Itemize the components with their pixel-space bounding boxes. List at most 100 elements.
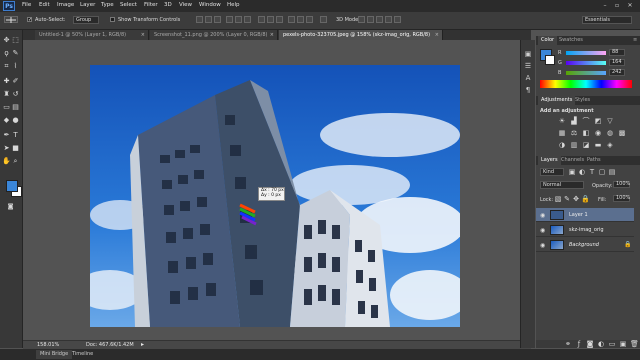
tab-channels[interactable]: Channels bbox=[558, 156, 587, 165]
layer-row-skz-imag-orig[interactable]: ◉ skz-imag_orig bbox=[536, 223, 634, 237]
3d-pan-icon[interactable] bbox=[376, 16, 383, 23]
menu-image[interactable]: Image bbox=[57, 2, 74, 8]
distribute-top-icon[interactable] bbox=[258, 16, 265, 23]
crop-icon[interactable]: ⌗ bbox=[2, 62, 11, 71]
minimize-button[interactable]: – bbox=[601, 2, 609, 9]
menu-layer[interactable]: Layer bbox=[80, 2, 95, 8]
close-tab-icon[interactable]: × bbox=[435, 30, 439, 40]
lock-transparent-icon[interactable]: ▧ bbox=[554, 195, 562, 203]
auto-select-checkbox[interactable]: ✓ bbox=[27, 17, 32, 23]
close-tab-icon[interactable]: × bbox=[141, 30, 145, 40]
channel-b-value[interactable]: 242 bbox=[609, 69, 625, 76]
levels-icon[interactable]: ▟ bbox=[570, 117, 578, 125]
distribute-right-icon[interactable] bbox=[306, 16, 313, 23]
menu-select[interactable]: Select bbox=[120, 2, 137, 8]
new-adjustment-icon[interactable]: ◐ bbox=[597, 340, 605, 348]
tab-untitled-1[interactable]: Untitled-1 @ 50% (Layer 1, RGB/8) × bbox=[35, 30, 149, 40]
channel-g-slider[interactable] bbox=[566, 61, 606, 65]
align-hcenter-icon[interactable] bbox=[235, 16, 242, 23]
gradient-icon[interactable]: ▤ bbox=[11, 103, 20, 112]
hue-saturation-icon[interactable]: ▦ bbox=[558, 129, 566, 137]
3d-slide-icon[interactable] bbox=[385, 16, 392, 23]
menu-window[interactable]: Window bbox=[199, 2, 221, 8]
new-layer-icon[interactable]: ▣ bbox=[619, 340, 627, 348]
layer-name[interactable]: skz-imag_orig bbox=[569, 227, 604, 233]
tab-mini-bridge[interactable]: Mini Bridge bbox=[36, 350, 73, 359]
lock-all-icon[interactable]: 🔒 bbox=[581, 195, 590, 203]
zoom-icon[interactable]: ⌕ bbox=[11, 157, 20, 166]
hand-icon[interactable]: ✋ bbox=[2, 157, 11, 166]
blend-mode-dropdown[interactable]: Normal bbox=[540, 181, 584, 189]
invert-icon[interactable]: ◑ bbox=[558, 141, 566, 149]
type-icon[interactable]: T bbox=[11, 131, 20, 140]
move-icon[interactable]: ✥ bbox=[2, 36, 11, 45]
threshold-icon[interactable]: ◪ bbox=[582, 141, 590, 149]
layer-row-background[interactable]: ◉ Background 🔒 bbox=[536, 238, 634, 252]
close-window-button[interactable]: ✕ bbox=[626, 2, 634, 9]
color-lookup-icon[interactable]: ▩ bbox=[618, 129, 626, 137]
properties-icon[interactable]: ☰ bbox=[524, 62, 532, 70]
quick-select-icon[interactable]: ✎ bbox=[11, 49, 20, 58]
tab-swatches[interactable]: Swatches bbox=[556, 36, 586, 45]
new-group-icon[interactable]: ▭ bbox=[608, 340, 616, 348]
healing-icon[interactable]: ✚ bbox=[2, 77, 11, 86]
auto-select-dropdown[interactable]: Group bbox=[73, 16, 99, 24]
menu-filter[interactable]: Filter bbox=[144, 2, 158, 8]
character-icon[interactable]: A bbox=[524, 74, 532, 82]
3d-rotate-icon[interactable] bbox=[358, 16, 365, 23]
layer-filter-kind[interactable]: Kind bbox=[540, 168, 564, 176]
3d-roll-icon[interactable] bbox=[367, 16, 374, 23]
distribute-hcenter-icon[interactable] bbox=[297, 16, 304, 23]
opacity-value[interactable]: 100% bbox=[613, 181, 630, 188]
pen-icon[interactable]: ✒ bbox=[2, 131, 11, 140]
workspace-dropdown[interactable]: Essentials bbox=[582, 16, 632, 24]
visibility-eye-icon[interactable]: ◉ bbox=[540, 227, 545, 234]
history-icon[interactable]: ▣ bbox=[524, 50, 532, 58]
posterize-icon[interactable]: ▥ bbox=[570, 141, 578, 149]
exposure-icon[interactable]: ◩ bbox=[594, 117, 602, 125]
channel-r-slider[interactable] bbox=[566, 51, 606, 55]
tab-screenshot[interactable]: Screenshot_11.png @ 200% (Layer 0, RGB/8… bbox=[150, 30, 278, 40]
align-bottom-icon[interactable] bbox=[214, 16, 221, 23]
tab-color[interactable]: Color bbox=[538, 36, 558, 45]
color-background-swatch[interactable] bbox=[545, 55, 555, 65]
transform-controls-checkbox[interactable] bbox=[110, 17, 115, 22]
path-select-icon[interactable]: ➤ bbox=[2, 144, 11, 153]
tab-pexels-photo[interactable]: pexels-photo-323705.jpeg @ 158% (skz-ima… bbox=[279, 30, 443, 40]
align-top-icon[interactable] bbox=[196, 16, 203, 23]
foreground-color-swatch[interactable] bbox=[6, 180, 18, 192]
channel-mixer-icon[interactable]: ◍ bbox=[606, 129, 614, 137]
filter-shape-icon[interactable]: ▢ bbox=[598, 168, 606, 176]
layer-row-layer-1[interactable]: ◉ Layer 1 bbox=[536, 208, 634, 222]
close-tab-icon[interactable]: × bbox=[270, 30, 274, 40]
dodge-icon[interactable]: ● bbox=[11, 116, 20, 125]
menu-edit[interactable]: Edit bbox=[39, 2, 50, 8]
blur-icon[interactable]: ◆ bbox=[2, 116, 11, 125]
layer-style-icon[interactable]: ƒ bbox=[575, 340, 583, 348]
color-balance-icon[interactable]: ⚖ bbox=[570, 129, 578, 137]
brush-icon[interactable]: ✐ bbox=[11, 77, 20, 86]
photo-filter-icon[interactable]: ◉ bbox=[594, 129, 602, 137]
layer-name[interactable]: Background bbox=[569, 242, 599, 248]
move-tool-preset-icon[interactable] bbox=[4, 16, 18, 23]
selective-color-icon[interactable]: ◈ bbox=[606, 141, 614, 149]
tab-timeline[interactable]: Timeline bbox=[68, 350, 97, 359]
lock-pixels-icon[interactable]: ✎ bbox=[563, 195, 571, 203]
layer-name[interactable]: Layer 1 bbox=[569, 212, 588, 218]
gradient-map-icon[interactable]: ▬ bbox=[594, 141, 602, 149]
visibility-eye-icon[interactable]: ◉ bbox=[540, 242, 545, 249]
channel-r-value[interactable]: 88 bbox=[609, 49, 625, 56]
lock-position-icon[interactable]: ✥ bbox=[572, 195, 580, 203]
align-vcenter-icon[interactable] bbox=[205, 16, 212, 23]
distribute-left-icon[interactable] bbox=[288, 16, 295, 23]
visibility-eye-icon[interactable]: ◉ bbox=[540, 212, 545, 219]
filter-pixel-icon[interactable]: ▣ bbox=[568, 168, 576, 176]
status-arrow-icon[interactable]: ▸ bbox=[141, 341, 144, 348]
history-brush-icon[interactable]: ↺ bbox=[11, 90, 20, 99]
menu-help[interactable]: Help bbox=[227, 2, 240, 8]
eyedropper-icon[interactable]: ⌇ bbox=[11, 62, 20, 71]
auto-align-icon[interactable] bbox=[320, 16, 327, 23]
delete-layer-icon[interactable]: 🗑 bbox=[630, 340, 639, 348]
menu-file[interactable]: File bbox=[22, 2, 31, 8]
brightness-contrast-icon[interactable]: ☀ bbox=[558, 117, 566, 125]
